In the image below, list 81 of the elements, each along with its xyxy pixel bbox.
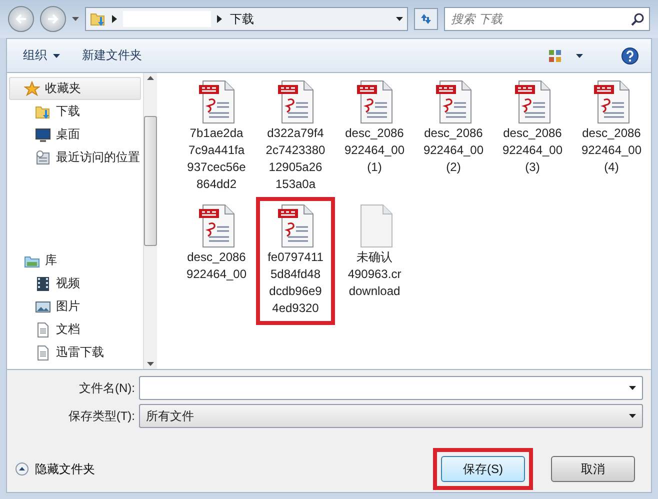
item-label: 最近访问的位置 xyxy=(56,149,140,166)
save-button[interactable]: 保存(S) xyxy=(441,456,525,482)
pdf-file-icon xyxy=(434,79,474,125)
file-name: desc_2086 922464_00 (1) xyxy=(344,125,405,176)
view-tiles-icon xyxy=(548,48,562,62)
file-name: desc_2086 922464_00 (4) xyxy=(581,125,642,176)
sidebar-item[interactable]: 下载 xyxy=(7,100,143,123)
file-item[interactable]: desc_2086 922464_00 (3) xyxy=(493,73,572,201)
sidebar-item[interactable]: 文档 xyxy=(7,318,143,341)
caret-down-icon xyxy=(629,386,636,390)
forward-arrow-icon xyxy=(47,13,59,25)
breadcrumb-arrow-icon xyxy=(217,15,222,23)
sidebar-item[interactable]: 桌面 xyxy=(7,123,143,146)
document-icon xyxy=(35,322,51,338)
file-name: d322a79f4 2c7423380 12905a26 153a0a xyxy=(266,125,326,193)
item-label: 图片 xyxy=(56,298,80,315)
monitor-icon xyxy=(35,126,51,142)
file-name: fe0797411 5d84fd48 dcdb96e9 4ed9320 xyxy=(268,249,324,317)
refresh-button[interactable] xyxy=(414,8,438,30)
sidebar-group[interactable]: 收藏夹 xyxy=(9,77,141,100)
item-label: 迅雷下载 xyxy=(56,344,104,361)
new-folder-button[interactable]: 新建文件夹 xyxy=(76,44,148,67)
pdf-file-icon xyxy=(354,79,394,125)
sidebar-item[interactable]: 迅雷下载 xyxy=(7,341,143,364)
address-bar[interactable]: 下载 xyxy=(85,7,408,31)
file-type-dropdown[interactable]: 所有文件 xyxy=(139,404,643,428)
breadcrumb-item[interactable]: 下载 xyxy=(228,10,256,28)
field-label: 文件名(N): xyxy=(78,380,135,396)
field-label: 保存类型(T): xyxy=(67,408,135,424)
folder-arrow-icon xyxy=(90,11,106,27)
pdf-file-icon xyxy=(512,79,552,125)
cancel-button[interactable]: 取消 xyxy=(551,456,635,482)
sidebar-item[interactable]: 图片 xyxy=(7,295,143,318)
file-name: 7b1ae2da 7c9a441fa 937cec56e 864dd2 xyxy=(187,125,246,193)
group-label: 库 xyxy=(45,252,57,269)
pdf-file-icon xyxy=(592,79,632,125)
search-icon xyxy=(631,13,644,26)
caret-down-icon xyxy=(576,54,583,58)
file-name: 未确认 490963.cr download xyxy=(348,249,402,300)
scroll-down-icon xyxy=(146,362,154,366)
file-item[interactable]: desc_2086 922464_00 (4) xyxy=(572,73,651,201)
film-icon xyxy=(35,276,51,292)
forward-button[interactable] xyxy=(40,6,66,32)
help-icon xyxy=(621,46,639,64)
search-field[interactable]: 搜索 下载 xyxy=(444,7,650,31)
organize-menu-button[interactable]: 组织 xyxy=(17,44,66,67)
scroll-up-icon xyxy=(146,76,154,80)
star-icon xyxy=(24,80,40,96)
item-label: 视频 xyxy=(56,275,80,292)
folder-arrow-icon xyxy=(35,104,51,120)
recent-places-icon xyxy=(35,150,51,166)
file-name: desc_2086 922464_00 (2) xyxy=(423,125,484,176)
document-icon xyxy=(35,344,51,360)
pdf-file-icon xyxy=(196,79,236,125)
scrollbar[interactable] xyxy=(142,73,157,369)
caret-down-icon xyxy=(629,414,636,418)
sidebar-group[interactable]: 库 xyxy=(9,249,141,272)
highlighted-file-item[interactable]: fe0797411 5d84fd48 dcdb96e9 4ed9320 xyxy=(256,197,335,325)
file-name: desc_2086 922464_00 (3) xyxy=(502,125,563,176)
pdf-file-icon xyxy=(196,203,236,249)
file-item[interactable]: desc_2086 922464_00 (2) xyxy=(414,73,493,201)
caret-down-icon[interactable] xyxy=(72,17,79,21)
file-name: desc_2086 922464_00 xyxy=(186,249,247,283)
hide-folders-button[interactable]: 隐藏文件夹 xyxy=(15,460,95,478)
breadcrumb-arrow-icon xyxy=(112,15,117,23)
pdf-file-icon xyxy=(276,79,316,125)
item-label: 下载 xyxy=(56,103,80,120)
caret-down-icon xyxy=(396,17,403,21)
item-label: 桌面 xyxy=(56,126,80,143)
refresh-arrows-icon xyxy=(419,13,433,25)
sidebar-item[interactable]: 最近访问的位置 xyxy=(7,146,143,169)
collapse-up-icon xyxy=(15,462,29,476)
pdf-file-icon xyxy=(276,203,316,249)
sidebar-item[interactable]: 视频 xyxy=(7,272,143,295)
group-label: 收藏夹 xyxy=(45,80,81,97)
picture-icon xyxy=(35,298,51,314)
caret-down-icon xyxy=(53,54,60,58)
back-arrow-icon xyxy=(15,13,27,25)
item-label: 文档 xyxy=(56,321,80,338)
back-button[interactable] xyxy=(8,6,34,32)
file-name-field[interactable] xyxy=(139,376,643,400)
